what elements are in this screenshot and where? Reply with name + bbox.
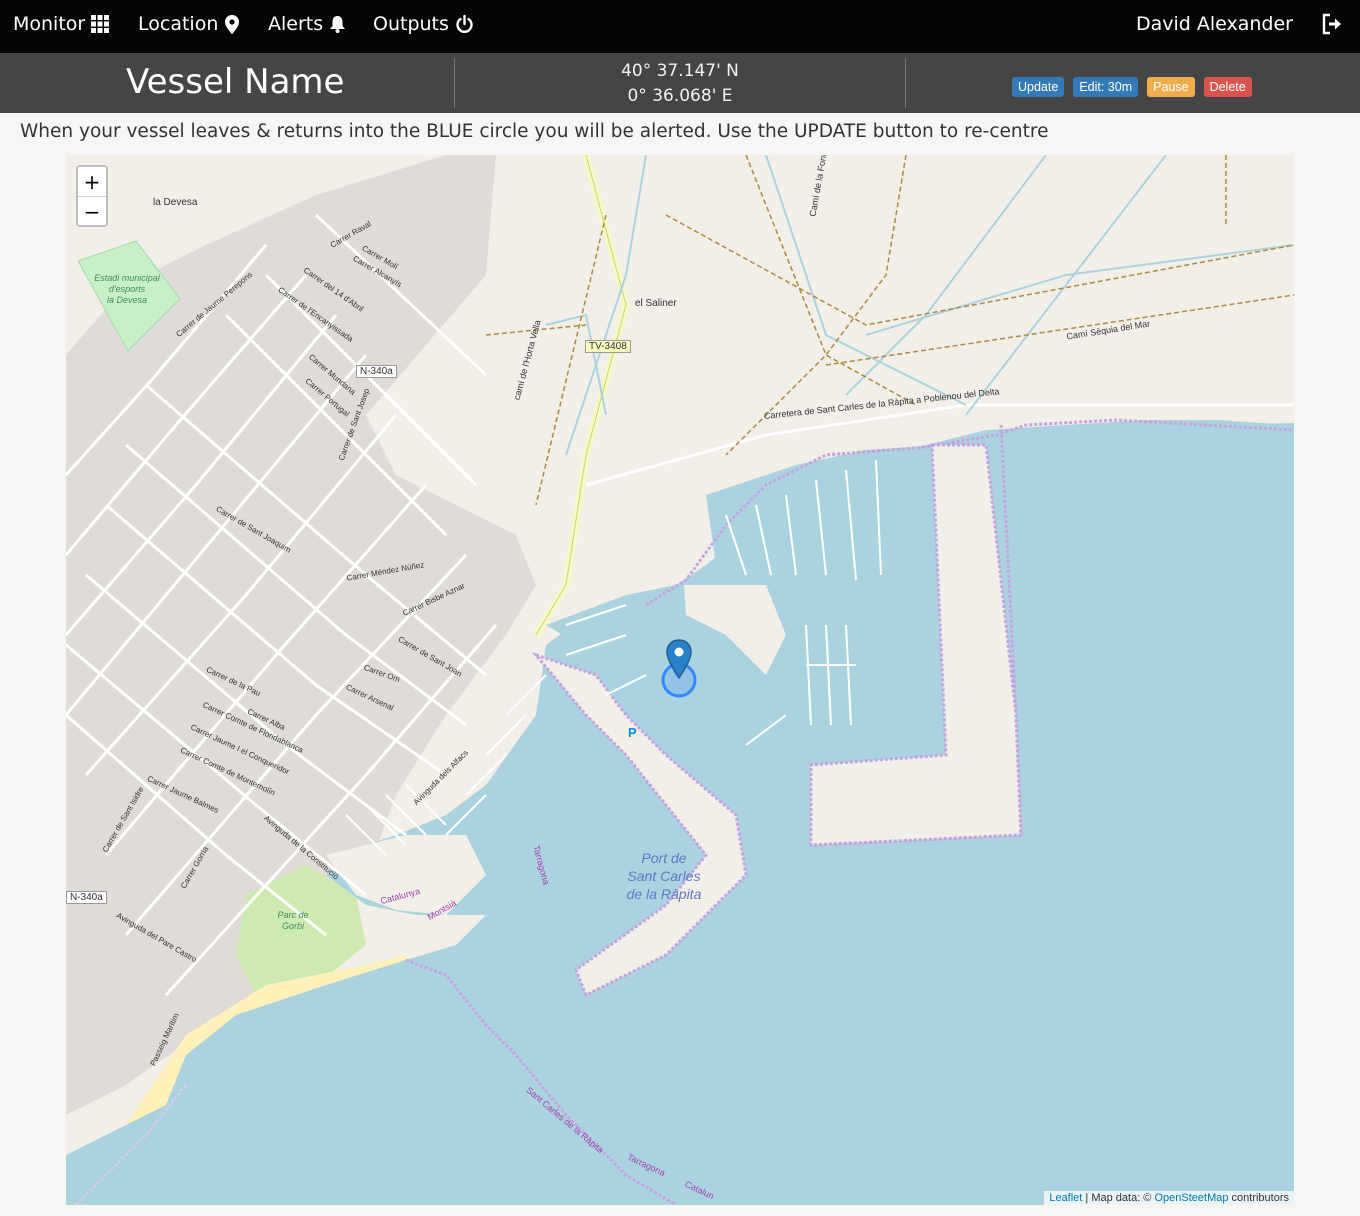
action-buttons: Update Edit: 30m Pause Delete <box>1012 77 1252 97</box>
zoom-control: + − <box>76 165 108 227</box>
nav-location[interactable]: Location <box>138 0 240 48</box>
grid-icon <box>91 15 110 33</box>
update-button[interactable]: Update <box>1012 77 1065 97</box>
nav-alerts[interactable]: Alerts <box>268 0 346 48</box>
map-attribution: Leaflet | Map data: © OpenSteetMap contr… <box>1044 1191 1294 1205</box>
vessel-coordinates: 40° 37.147' N 0° 36.068' E <box>455 59 905 109</box>
zoom-in-button[interactable]: + <box>78 167 106 197</box>
pause-button[interactable]: Pause <box>1147 77 1195 97</box>
zoom-out-button[interactable]: − <box>78 197 106 226</box>
user-name[interactable]: David Alexander <box>1136 0 1293 48</box>
nav-location-label: Location <box>138 13 219 35</box>
map[interactable]: la Devesa Estadi municipal d'esports la … <box>66 155 1294 1205</box>
map-marker-icon <box>225 14 240 34</box>
nav-alerts-label: Alerts <box>268 13 324 35</box>
nav-outputs[interactable]: Outputs <box>373 0 474 48</box>
vessel-name: Vessel Name <box>126 62 345 102</box>
top-navbar: Monitor Location Alerts Outputs David Al… <box>0 0 1360 53</box>
delete-button[interactable]: Delete <box>1203 77 1252 97</box>
longitude: 0° 36.068' E <box>627 86 733 106</box>
leaflet-link[interactable]: Leaflet <box>1049 1192 1082 1204</box>
nav-monitor[interactable]: Monitor <box>13 0 110 48</box>
attribution-suffix: contributors <box>1228 1192 1289 1204</box>
logout-icon[interactable] <box>1320 12 1344 36</box>
edit-radius-button[interactable]: Edit: 30m <box>1073 77 1139 97</box>
nav-outputs-label: Outputs <box>373 13 449 35</box>
instructions-text: When your vessel leaves & returns into t… <box>20 121 1049 142</box>
vessel-header: Vessel Name 40° 37.147' N 0° 36.068' E U… <box>0 53 1360 113</box>
osm-link[interactable]: OpenSteetMap <box>1154 1192 1228 1204</box>
attribution-text: | Map data: © <box>1082 1192 1155 1204</box>
nav-monitor-label: Monitor <box>13 13 86 35</box>
divider <box>905 58 906 108</box>
vessel-marker-icon[interactable] <box>666 639 692 679</box>
bell-icon <box>330 16 346 33</box>
latitude: 40° 37.147' N <box>621 61 739 81</box>
power-icon <box>456 14 473 33</box>
